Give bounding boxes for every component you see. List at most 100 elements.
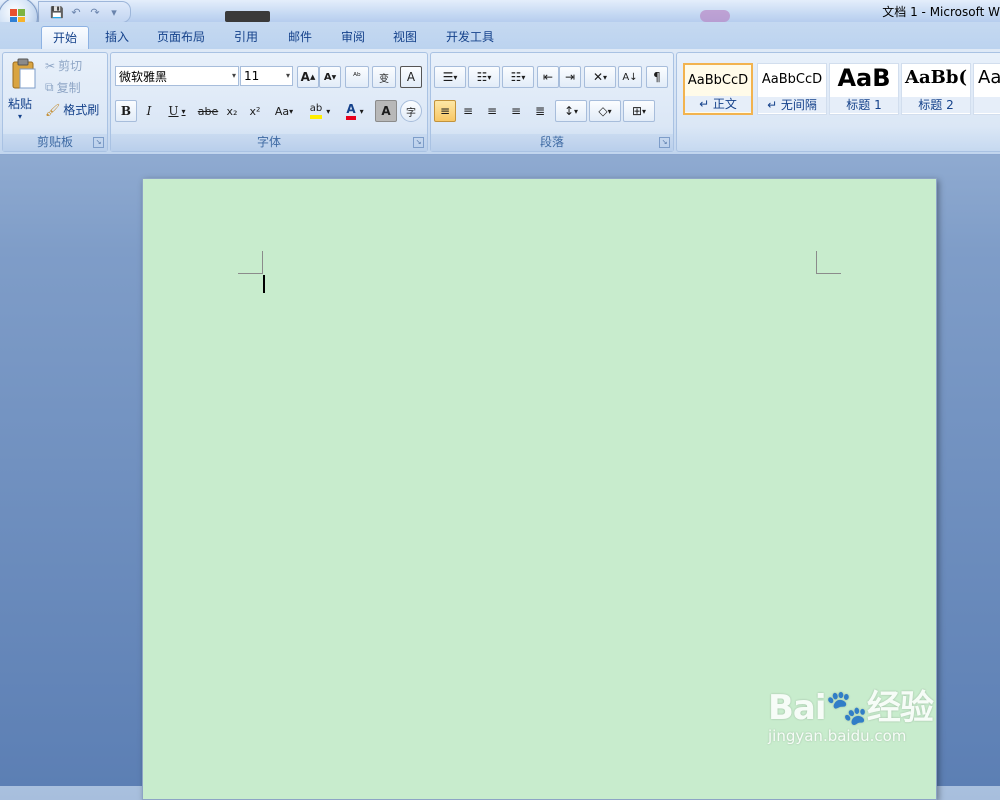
font-family-select[interactable]: 微软雅黑 ▾ xyxy=(115,66,239,86)
shrink-font-button[interactable]: A ▼ xyxy=(319,66,341,88)
style-name: ↵ 无间隔 xyxy=(758,97,826,113)
style-name: 标题 2 xyxy=(902,97,970,113)
style-sample: AaBb( xyxy=(905,67,967,88)
align-right-icon: ≡ xyxy=(486,104,498,118)
text-cursor xyxy=(263,275,265,293)
align-center-button[interactable]: ≡ xyxy=(457,100,479,122)
strikethrough-icon: abe xyxy=(197,104,219,118)
margin-corner-top-left xyxy=(238,251,263,274)
watermark-url: jingyan.baidu.com xyxy=(768,727,907,745)
italic-button[interactable]: I xyxy=(139,100,159,122)
chinese-layout-icon: ✕ xyxy=(592,70,604,84)
decrease-indent-icon: ⇤ xyxy=(542,70,554,84)
bullets-icon: ☰ xyxy=(442,70,454,84)
tab-review[interactable]: 审阅 xyxy=(333,26,373,48)
format-painter-button[interactable]: 🖌 格式刷 xyxy=(45,101,99,118)
paste-icon xyxy=(12,58,36,89)
tab-references[interactable]: 引用 xyxy=(226,26,266,48)
sort-button[interactable]: A↓ xyxy=(618,66,642,88)
highlight-button[interactable]: ab ▾ xyxy=(302,100,338,122)
undo-icon[interactable]: ↶ xyxy=(68,4,84,20)
tab-page-layout[interactable]: 页面布局 xyxy=(150,26,212,48)
paragraph-group: ☰ ▾ ☷ ▾ ☷ ▾ ⇤ ⇥ ✕ ▾ A↓ ¶ ≡ ≡ ≡ ≡ ≣ ↕ ▾ ◇ ▾ ⊞ ▾ … xyxy=(430,52,674,152)
font-group: 微软雅黑 ▾ 11 ▾ A ▲ A ▼ ᴬᵇ 变 A B I U ▾ abe x₂ x… xyxy=(110,52,428,152)
title-bar-blurred-region xyxy=(700,10,730,22)
phonetic-guide-button[interactable]: 变 xyxy=(372,66,396,88)
copy-icon: ⧉ xyxy=(45,80,54,94)
justify-icon: ≡ xyxy=(510,104,522,118)
enclose-characters-button[interactable]: 字 xyxy=(400,100,422,122)
style-heading-2[interactable]: AaBb( 标题 2 xyxy=(901,63,971,115)
line-spacing-icon: ↕ xyxy=(563,104,575,118)
save-icon[interactable]: 💾 xyxy=(49,4,65,20)
font-dialog-launcher-icon[interactable]: ↘ xyxy=(413,137,424,148)
enclose-characters-icon: 字 xyxy=(406,107,416,119)
increase-indent-icon: ⇥ xyxy=(564,70,576,84)
font-color-button[interactable]: A ▾ xyxy=(338,100,372,122)
tab-insert[interactable]: 插入 xyxy=(96,26,138,48)
numbering-button[interactable]: ☷ ▾ xyxy=(468,66,500,88)
tab-view[interactable]: 视图 xyxy=(385,26,425,48)
paste-button[interactable]: 粘贴 ▾ xyxy=(5,55,39,127)
superscript-button[interactable]: x² xyxy=(244,100,266,122)
copy-button[interactable]: ⧉ 复制 xyxy=(45,79,81,96)
paste-label: 粘贴 xyxy=(8,97,33,111)
ribbon-tab-bar: 开始 插入 页面布局 引用 邮件 审阅 视图 开发工具 xyxy=(0,22,1000,49)
style-no-spacing[interactable]: AaBbCcD ↵ 无间隔 xyxy=(757,63,827,115)
paragraph-group-label: 段落 xyxy=(431,134,673,151)
chevron-down-icon: ▾ xyxy=(231,71,236,80)
style-normal[interactable]: AaBbCcD ↵ 正文 xyxy=(683,63,753,115)
font-family-value: 微软雅黑 xyxy=(119,69,168,84)
multilevel-list-icon: ☷ xyxy=(510,70,522,84)
style-sample: AaBbCcD xyxy=(687,73,749,88)
clipboard-dialog-launcher-icon[interactable]: ↘ xyxy=(93,137,104,148)
pilcrow-icon: ¶ xyxy=(653,70,661,84)
character-shading-button[interactable]: A xyxy=(375,100,397,122)
increase-indent-button[interactable]: ⇥ xyxy=(559,66,581,88)
shading-button[interactable]: ◇ ▾ xyxy=(589,100,621,122)
character-border-button[interactable]: A xyxy=(400,66,422,88)
grow-font-icon: A xyxy=(300,70,310,84)
grow-font-button[interactable]: A ▲ xyxy=(297,66,319,88)
title-bar-blurred-region xyxy=(225,11,270,22)
align-left-button[interactable]: ≡ xyxy=(434,100,456,122)
underline-button[interactable]: U ▾ xyxy=(161,100,193,122)
decrease-indent-button[interactable]: ⇤ xyxy=(537,66,559,88)
tab-home[interactable]: 开始 xyxy=(41,26,89,49)
font-size-select[interactable]: 11 ▾ xyxy=(240,66,293,86)
window-title: 文档 1 - Microsoft W xyxy=(882,5,1000,19)
highlighter-icon: ab xyxy=(309,103,323,119)
justify-button[interactable]: ≡ xyxy=(505,100,527,122)
show-marks-button[interactable]: ¶ xyxy=(646,66,668,88)
baidu-jingyan-logo: Bai🐾经验 xyxy=(768,688,934,728)
scissors-icon: ✂ xyxy=(45,58,56,73)
subscript-icon: x₂ xyxy=(226,104,238,118)
customize-qat-icon[interactable]: ▾ xyxy=(106,4,122,20)
sort-icon: A↓ xyxy=(622,71,638,83)
bold-button[interactable]: B xyxy=(115,100,137,122)
strikethrough-button[interactable]: abe xyxy=(195,100,221,122)
tab-developer[interactable]: 开发工具 xyxy=(440,26,500,48)
tab-mailings[interactable]: 邮件 xyxy=(280,26,320,48)
distribute-button[interactable]: ≣ xyxy=(529,100,551,122)
style-sample: AaBbCcD xyxy=(761,72,823,87)
multilevel-list-button[interactable]: ☷ ▾ xyxy=(502,66,534,88)
shrink-font-icon: A xyxy=(323,71,332,83)
clear-formatting-button[interactable]: ᴬᵇ xyxy=(345,66,369,88)
line-spacing-button[interactable]: ↕ ▾ xyxy=(555,100,587,122)
bullets-button[interactable]: ☰ ▾ xyxy=(434,66,466,88)
numbering-icon: ☷ xyxy=(476,70,488,84)
chinese-layout-button[interactable]: ✕ ▾ xyxy=(584,66,616,88)
style-title[interactable]: Aa 标 xyxy=(973,63,1000,115)
borders-button[interactable]: ⊞ ▾ xyxy=(623,100,655,122)
cut-button[interactable]: ✂ 剪切 xyxy=(45,57,82,74)
margin-corner-top-right xyxy=(816,251,841,274)
align-right-button[interactable]: ≡ xyxy=(481,100,503,122)
change-case-button[interactable]: Aa ▾ xyxy=(268,100,300,122)
paragraph-dialog-launcher-icon[interactable]: ↘ xyxy=(659,137,670,148)
subscript-button[interactable]: x₂ xyxy=(221,100,243,122)
redo-icon[interactable]: ↷ xyxy=(87,4,103,20)
style-heading-1[interactable]: AaB 标题 1 xyxy=(829,63,899,115)
distribute-icon: ≣ xyxy=(534,104,546,118)
bold-icon: B xyxy=(120,104,132,118)
